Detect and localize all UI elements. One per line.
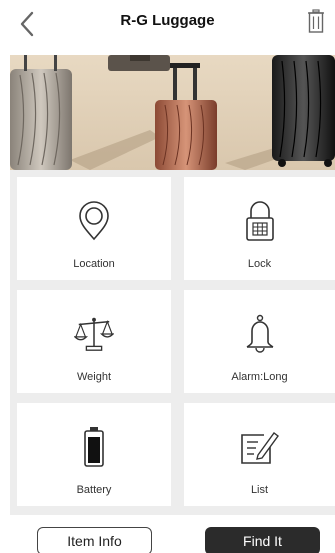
list-edit-icon — [240, 425, 280, 469]
delete-button[interactable] — [303, 6, 329, 36]
feature-grid: Location Lock Weight Alarm:Long Battery … — [10, 170, 335, 515]
find-it-button[interactable]: Find It — [205, 527, 320, 553]
location-pin-icon — [74, 199, 114, 243]
tile-label: Weight — [76, 371, 112, 383]
tile-label: Alarm:Long — [231, 371, 288, 383]
tile-label: Location — [73, 258, 115, 270]
tile-label: Lock — [247, 258, 272, 270]
tile-weight[interactable]: Weight — [17, 290, 171, 393]
tile-alarm[interactable]: Alarm:Long — [184, 290, 335, 393]
page-title: R-G Luggage — [120, 12, 215, 29]
tile-label: Battery — [76, 484, 112, 496]
item-info-button[interactable]: Item Info — [37, 527, 152, 553]
scale-icon — [74, 312, 114, 356]
bottom-action-bar: Item Info Find It — [0, 518, 335, 553]
tile-battery[interactable]: Battery — [17, 403, 171, 506]
battery-icon — [74, 425, 114, 469]
tile-label: List — [250, 484, 269, 496]
header-bar: R-G Luggage — [0, 0, 335, 52]
tile-list[interactable]: List — [184, 403, 335, 506]
lock-icon — [240, 199, 280, 243]
bell-icon — [240, 312, 280, 356]
tile-location[interactable]: Location — [17, 177, 171, 280]
luggage-banner-image — [10, 55, 335, 170]
trash-icon — [308, 9, 324, 33]
tile-lock[interactable]: Lock — [184, 177, 335, 280]
